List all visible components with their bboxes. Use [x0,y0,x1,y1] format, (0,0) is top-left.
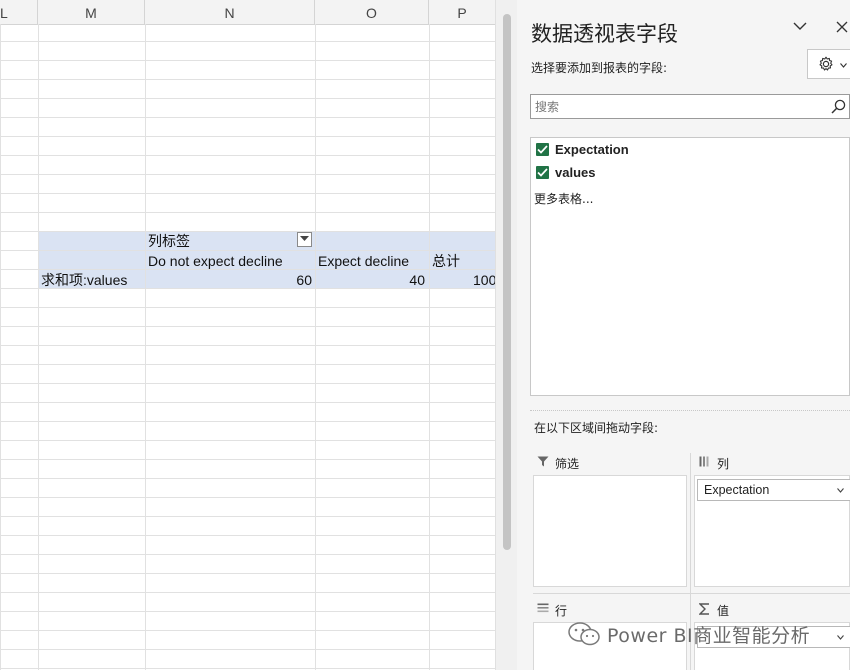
chevron-down-icon[interactable] [837,635,844,640]
grid-row-line [0,307,495,308]
rows-zone-label: 行 [555,604,568,618]
grid-row-line [0,535,495,536]
grid-row-line [0,478,495,479]
grid-row-line [0,250,495,251]
chevron-down-icon[interactable] [793,22,807,31]
grid-row-line [0,554,495,555]
sigma-icon [699,603,709,615]
pivot-column-header-not-expect[interactable]: Do not expect decline [148,252,283,271]
grid-row-line [0,117,495,118]
grid-row-line [0,421,495,422]
grid-row-line [0,345,495,346]
pivot-column-labels-header[interactable]: 列标签 [148,232,190,251]
grid-row-line [0,573,495,574]
pivot-header-band [38,231,495,250]
close-icon[interactable] [836,21,848,33]
grid-row-line [0,98,495,99]
field-search-input[interactable] [535,97,825,116]
grid-row-line [0,41,495,42]
values-zone-label: 值 [717,604,730,618]
cell-grid[interactable] [0,24,495,670]
column-header-p[interactable]: P [429,0,495,24]
vertical-scrollbar[interactable] [495,0,517,670]
columns-icon [699,456,709,467]
pivot-value-not-expect[interactable]: 60 [145,271,312,290]
pane-divider [530,410,850,411]
grid-row-line [0,592,495,593]
values-zone-header: 值 [697,600,847,620]
settings-button[interactable] [807,49,850,79]
field-label: Expectation [555,142,629,157]
pivot-value-total[interactable]: 100 [473,271,495,290]
columns-field-label: Expectation [704,483,770,497]
field-checkbox[interactable] [536,143,549,156]
columns-zone-header: 列 [697,453,847,473]
grid-row-line [0,383,495,384]
grid-row-line [0,326,495,327]
grid-row-line [0,79,495,80]
wechat-icon [568,622,600,646]
grid-row-line [0,212,495,213]
filter-zone-header: 筛选 [535,453,685,473]
chevron-down-icon [840,63,847,68]
grid-row-line [0,136,495,137]
check-icon [537,168,548,177]
drag-fields-hint: 在以下区域间拖动字段: [534,421,659,435]
field-label: values [555,165,596,180]
spreadsheet-area[interactable]: L M N O P 列标签 Do not expect decline Expe… [0,0,495,670]
scrollbar-thumb[interactable] [503,14,511,550]
column-headers: L M N O P [0,0,495,25]
grid-row-line [0,231,495,232]
column-header-m[interactable]: M [38,0,145,24]
field-checkbox[interactable] [536,166,549,179]
filter-zone-label: 筛选 [555,457,580,471]
pivot-column-header-expect[interactable]: Expect decline [318,252,409,271]
grid-row-line [0,174,495,175]
column-header-l[interactable]: L [0,0,38,24]
column-labels-filter-button[interactable] [297,232,312,247]
grid-row-line [0,459,495,460]
grid-row-line [0,516,495,517]
field-list: Expectation values 更多表格... [530,137,850,396]
pane-subtitle: 选择要添加到报表的字段: [531,61,668,75]
grid-row-line [0,440,495,441]
grid-row-line [0,668,495,669]
grid-row-line [0,193,495,194]
chevron-down-icon[interactable] [837,488,844,493]
gear-icon [819,56,833,71]
grid-row-line [0,649,495,650]
grid-row-line [0,497,495,498]
field-search-box[interactable] [530,94,850,119]
grid-row-line [0,364,495,365]
pivot-row-label[interactable]: 求和项:values [41,271,127,290]
grid-row-line [0,402,495,403]
grid-row-line [0,60,495,61]
grid-row-line [0,611,495,612]
column-header-n[interactable]: N [145,0,315,24]
column-header-o[interactable]: O [315,0,429,24]
pivot-column-header-total[interactable]: 总计 [432,252,460,271]
pivot-value-expect[interactable]: 40 [315,271,425,290]
grid-row-line [0,630,495,631]
check-icon [537,145,548,154]
rows-icon [537,603,549,613]
pane-title: 数据透视表字段 [531,22,678,46]
columns-field-pill[interactable]: Expectation [697,479,850,501]
grid-row-line [0,155,495,156]
more-tables-link[interactable]: 更多表格... [534,190,593,207]
columns-zone-dropbox[interactable]: Expectation [694,475,850,587]
pivot-fields-pane: 数据透视表字段 选择要添加到报表的字段: Expectation [517,0,850,670]
search-icon[interactable] [831,99,846,114]
watermark-text: Power BI商业智能分析 [607,625,811,647]
columns-zone-label: 列 [717,457,730,471]
filter-icon [537,456,549,467]
dropdown-arrow-icon [300,236,309,241]
rows-zone-header: 行 [535,600,685,620]
filter-zone-dropbox[interactable] [533,475,687,587]
zone-divider[interactable] [533,593,850,594]
